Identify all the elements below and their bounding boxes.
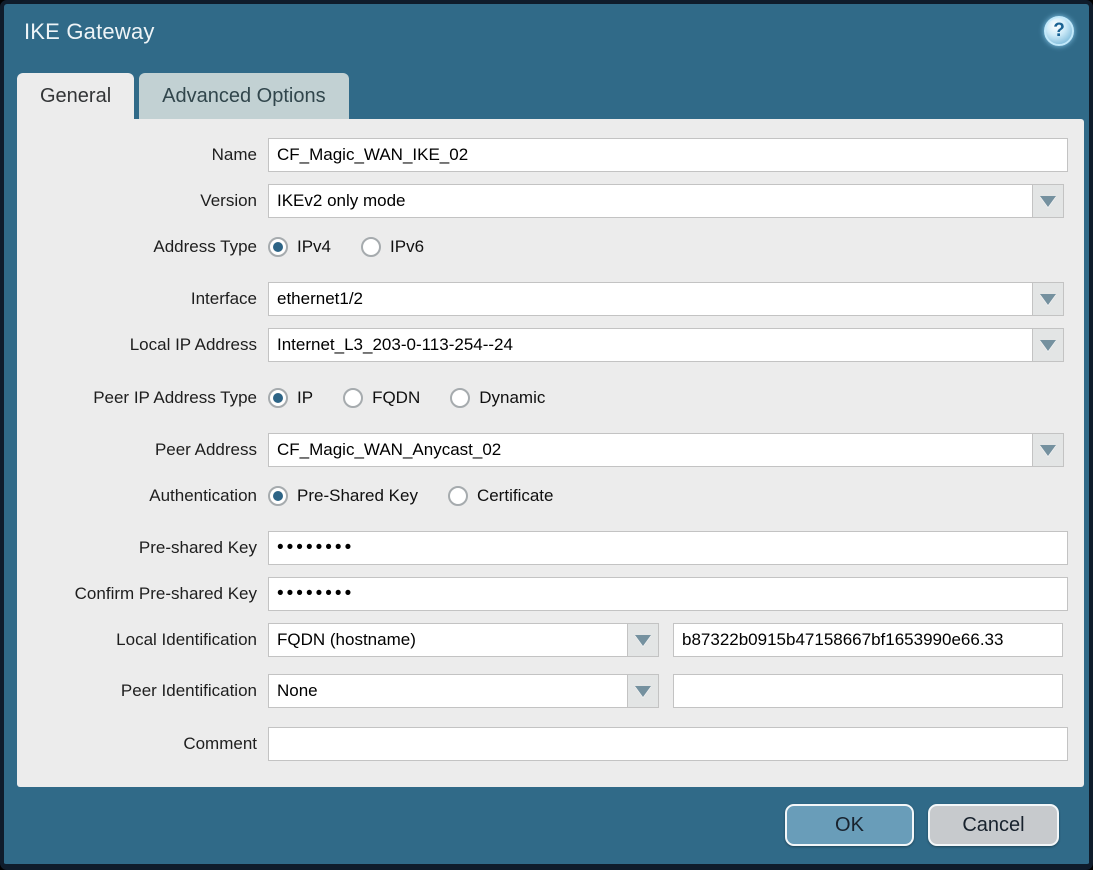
peer-address-value[interactable] [268,433,1033,467]
help-icon[interactable]: ? [1044,16,1074,46]
pre-shared-key-label: Pre-shared Key [17,538,268,558]
local-ip-dropdown[interactable] [268,328,1064,362]
radio-label: IP [297,388,313,408]
radio-label: FQDN [372,388,420,408]
radio-icon[interactable] [268,388,288,408]
radio-option-dynamic[interactable]: Dynamic [450,388,545,408]
peer-address-row: Peer Address [17,433,1084,467]
local-identification-type-dropdown[interactable] [268,623,659,657]
peer-identification-label: Peer Identification [17,681,268,701]
name-row: Name [17,138,1084,172]
comment-label: Comment [17,734,268,754]
radio-icon[interactable] [448,486,468,506]
tab-advanced-options[interactable]: Advanced Options [139,73,348,119]
version-row: Version [17,184,1084,218]
peer-address-dropdown[interactable] [268,433,1064,467]
version-dropdown-trigger[interactable] [1033,184,1064,218]
general-tab-panel: Name Version Address Type IPv4 [17,119,1084,787]
chevron-down-icon [1040,445,1056,456]
interface-row: Interface [17,282,1084,316]
radio-option-ip[interactable]: IP [268,388,313,408]
radio-option-certificate[interactable]: Certificate [448,486,554,506]
address-type-radio-group: IPv4 IPv6 [268,237,424,257]
authentication-row: Authentication Pre-Shared Key Certificat… [17,484,1084,508]
comment-row: Comment [17,727,1084,761]
chevron-down-icon [1040,196,1056,207]
name-label: Name [17,145,268,165]
radio-label: IPv4 [297,237,331,257]
peer-ip-type-radio-group: IP FQDN Dynamic [268,388,545,408]
confirm-pre-shared-key-label: Confirm Pre-shared Key [17,584,268,604]
local-identification-value-input[interactable] [673,623,1063,657]
peer-identification-type-value[interactable] [268,674,628,708]
version-value[interactable] [268,184,1033,218]
radio-icon[interactable] [361,237,381,257]
chevron-down-icon [1040,340,1056,351]
tab-general[interactable]: General [17,73,134,120]
version-dropdown[interactable] [268,184,1064,218]
ike-gateway-dialog: IKE Gateway ? General Advanced Options N… [0,0,1093,870]
local-ip-label: Local IP Address [17,335,268,355]
ok-button[interactable]: OK [785,804,914,846]
tab-bar: General Advanced Options [17,73,349,120]
local-identification-dropdown-trigger[interactable] [628,623,659,657]
radio-icon[interactable] [343,388,363,408]
local-identification-type-value[interactable] [268,623,628,657]
confirm-pre-shared-key-input[interactable] [268,577,1068,611]
radio-label: Certificate [477,486,554,506]
radio-option-pre-shared-key[interactable]: Pre-Shared Key [268,486,418,506]
dialog-title: IKE Gateway [24,19,155,45]
radio-icon[interactable] [450,388,470,408]
version-label: Version [17,191,268,211]
radio-label: Pre-Shared Key [297,486,418,506]
chevron-down-icon [635,686,651,697]
pre-shared-key-row: Pre-shared Key [17,531,1084,565]
radio-option-ipv4[interactable]: IPv4 [268,237,331,257]
peer-ip-type-label: Peer IP Address Type [17,388,268,408]
address-type-row: Address Type IPv4 IPv6 [17,235,1084,259]
peer-ip-type-row: Peer IP Address Type IP FQDN Dynamic [17,386,1084,410]
local-identification-label: Local Identification [17,630,268,650]
chevron-down-icon [1040,294,1056,305]
radio-icon[interactable] [268,237,288,257]
peer-address-dropdown-trigger[interactable] [1033,433,1064,467]
chevron-down-icon [635,635,651,646]
peer-identification-type-dropdown[interactable] [268,674,659,708]
pre-shared-key-input[interactable] [268,531,1068,565]
interface-dropdown[interactable] [268,282,1064,316]
radio-label: Dynamic [479,388,545,408]
peer-identification-row: Peer Identification [17,674,1084,708]
address-type-label: Address Type [17,237,268,257]
radio-option-ipv6[interactable]: IPv6 [361,237,424,257]
local-ip-row: Local IP Address [17,328,1084,362]
interface-value[interactable] [268,282,1033,316]
peer-address-label: Peer Address [17,440,268,460]
radio-icon[interactable] [268,486,288,506]
peer-identification-dropdown-trigger[interactable] [628,674,659,708]
local-ip-value[interactable] [268,328,1033,362]
authentication-radio-group: Pre-Shared Key Certificate [268,486,553,506]
peer-identification-value-input[interactable] [673,674,1063,708]
radio-label: IPv6 [390,237,424,257]
confirm-pre-shared-key-row: Confirm Pre-shared Key [17,577,1084,611]
authentication-label: Authentication [17,486,268,506]
local-identification-row: Local Identification [17,623,1084,657]
radio-option-fqdn[interactable]: FQDN [343,388,420,408]
cancel-button[interactable]: Cancel [928,804,1059,846]
name-input[interactable] [268,138,1068,172]
local-ip-dropdown-trigger[interactable] [1033,328,1064,362]
interface-label: Interface [17,289,268,309]
comment-input[interactable] [268,727,1068,761]
interface-dropdown-trigger[interactable] [1033,282,1064,316]
